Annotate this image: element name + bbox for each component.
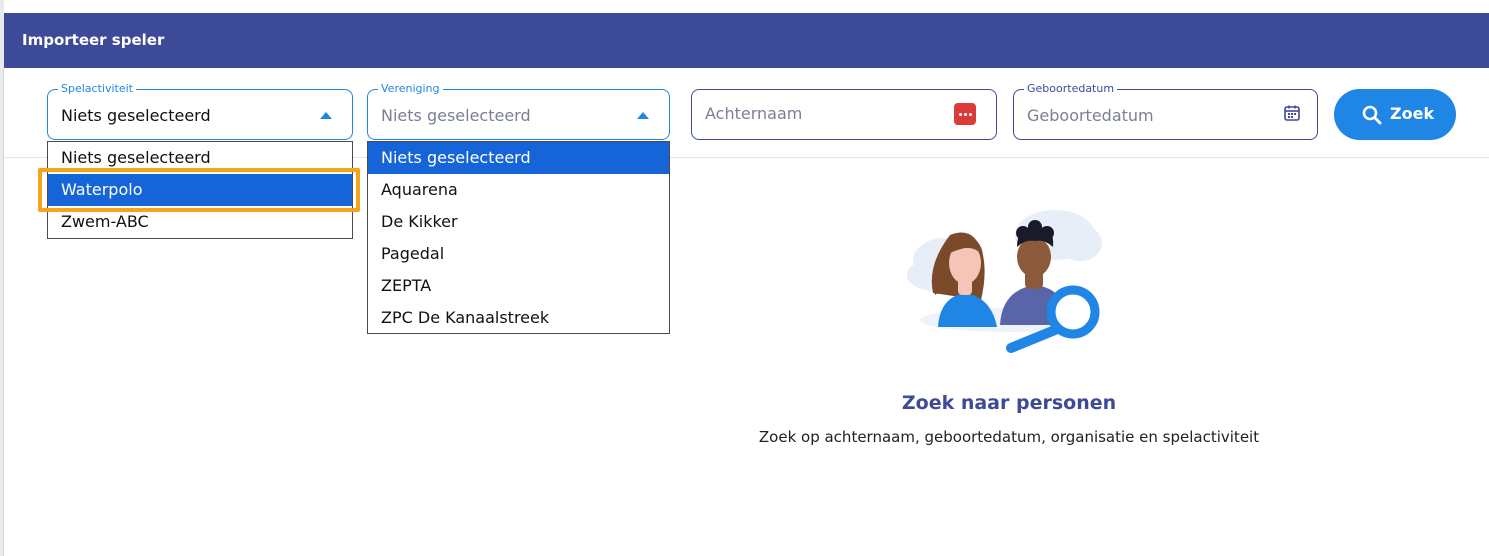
vereniging-option[interactable]: Aquarena xyxy=(368,174,669,206)
zoek-button[interactable]: Zoek xyxy=(1334,89,1456,140)
vereniging-option[interactable]: ZPC De Kanaalstreek xyxy=(368,302,669,334)
vereniging-label: Vereniging xyxy=(378,82,443,96)
vereniging-option[interactable]: Pagedal xyxy=(368,238,669,270)
spelactiviteit-select[interactable]: Spelactiviteit Niets geselecteerd xyxy=(47,82,353,140)
title-bar: Importeer speler xyxy=(4,13,1489,68)
option-highlight-outline xyxy=(38,168,360,212)
caret-up-icon[interactable] xyxy=(320,112,332,119)
achternaam-input[interactable]: Achternaam xyxy=(691,89,997,140)
geboortedatum-label: Geboortedatum xyxy=(1024,82,1118,96)
spelactiviteit-value: Niets geselecteerd xyxy=(61,106,211,125)
vereniging-option[interactable]: De Kikker xyxy=(368,206,669,238)
password-dots-icon[interactable] xyxy=(954,103,976,125)
empty-state-subtitle: Zoek op achternaam, geboortedatum, organ… xyxy=(758,428,1260,446)
vereniging-option[interactable]: ZEPTA xyxy=(368,270,669,302)
calendar-icon[interactable] xyxy=(1283,104,1301,122)
geboortedatum-input[interactable]: Geboortedatum Geboortedatum xyxy=(1013,82,1318,140)
vereniging-option[interactable]: Niets geselecteerd xyxy=(368,142,669,174)
zoek-button-label: Zoek xyxy=(1390,104,1435,123)
window-title: Importeer speler xyxy=(22,31,165,49)
geboortedatum-placeholder: Geboortedatum xyxy=(1027,106,1154,125)
vereniging-select[interactable]: Vereniging Niets geselecteerd xyxy=(367,82,670,140)
achternaam-placeholder: Achternaam xyxy=(705,104,803,123)
import-player-page: Importeer speler Spelactiviteit Niets ge… xyxy=(0,0,1489,556)
vereniging-value: Niets geselecteerd xyxy=(381,106,531,125)
empty-state-title: Zoek naar personen xyxy=(901,392,1117,414)
people-search-illustration xyxy=(907,210,1102,353)
vereniging-dropdown: Niets geselecteerd Aquarena De Kikker Pa… xyxy=(367,141,670,334)
search-icon xyxy=(1362,105,1382,125)
spelactiviteit-label: Spelactiviteit xyxy=(58,82,136,96)
caret-up-icon[interactable] xyxy=(637,112,649,119)
